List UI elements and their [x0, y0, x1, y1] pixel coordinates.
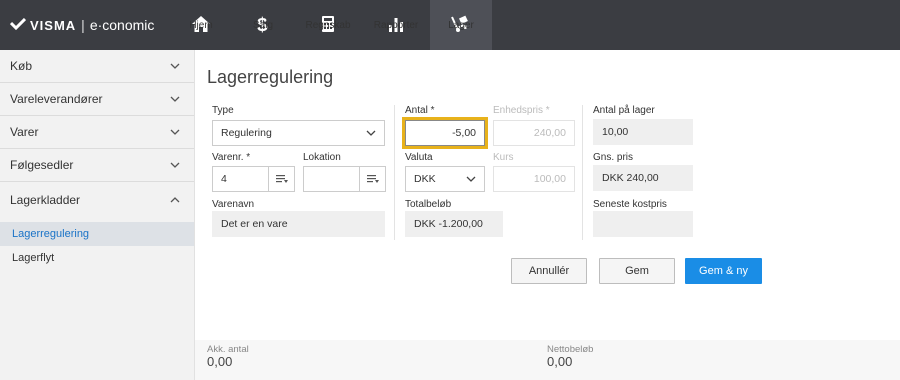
- sidebar-section-label: Vareleverandører: [10, 92, 103, 106]
- sidebar-section-label: Køb: [10, 59, 33, 73]
- main-content: Lagerregulering Type Regulering Varenr. …: [195, 50, 900, 380]
- sidebar-section-lagerkladder[interactable]: Lagerkladder: [0, 182, 194, 217]
- sidebar-section-label: Lagerkladder: [10, 192, 81, 207]
- nettobeloeb-value: 0,00: [547, 354, 573, 369]
- lokation-label: Lokation: [303, 152, 341, 163]
- totalbeloeb-value: DKK -1.200,00: [414, 218, 483, 230]
- enhedspris-value: 240,00: [533, 127, 566, 139]
- varenr-lookup-button[interactable]: [268, 167, 294, 191]
- nav-label: Lager: [448, 19, 474, 31]
- antal-paa-lager-field: 10,00: [593, 119, 693, 145]
- column-divider: [582, 105, 583, 240]
- nav-item-lager[interactable]: Lager: [430, 0, 492, 50]
- sidebar-section-vareleverandoerer[interactable]: Vareleverandører: [0, 83, 194, 116]
- lokation-lookup-button[interactable]: [359, 167, 385, 191]
- antal-label: Antal *: [405, 105, 435, 116]
- list-lookup-icon: [366, 175, 379, 183]
- nav-item-hjem[interactable]: Hjem: [170, 0, 232, 50]
- totalbeloeb-field: DKK -1.200,00: [405, 211, 503, 237]
- cancel-button[interactable]: Annullér: [511, 258, 587, 284]
- product-name: e·conomic: [89, 17, 155, 33]
- kurs-value: 100,00: [533, 173, 566, 185]
- visma-checkmark-icon: [9, 17, 27, 33]
- totals-footer: Akk. antal 0,00 Nettobeløb 0,00: [195, 340, 900, 380]
- column-divider: [394, 105, 395, 240]
- nav-item-regnskab[interactable]: Regnskab: [294, 0, 362, 50]
- chevron-down-icon: [366, 130, 376, 136]
- antal-input[interactable]: -5,00: [405, 120, 485, 146]
- page-title: Lagerregulering: [207, 67, 334, 87]
- type-select[interactable]: Regulering: [212, 120, 385, 146]
- valuta-label: Valuta: [405, 152, 433, 163]
- varenr-field[interactable]: 4: [212, 166, 295, 192]
- kurs-label: Kurs: [493, 152, 514, 163]
- save-and-new-button[interactable]: Gem & ny: [685, 258, 762, 284]
- sidebar-section-label: Følgesedler: [10, 158, 74, 172]
- type-label: Type: [212, 105, 234, 116]
- akk-antal-value: 0,00: [207, 354, 233, 369]
- sidebar-item-lagerflyt[interactable]: Lagerflyt: [0, 246, 194, 270]
- antal-paa-lager-value: 10,00: [602, 126, 629, 138]
- nav-label: Regnskab: [305, 19, 351, 31]
- varenavn-field: Det er en vare: [212, 211, 385, 237]
- save-button[interactable]: Gem: [599, 258, 675, 284]
- sidebar-section-label: Varer: [10, 125, 39, 139]
- chevron-down-icon: [170, 63, 180, 69]
- sidebar: Køb Vareleverandører Varer Følgesedler L…: [0, 50, 195, 380]
- nav-item-rapporter[interactable]: Rapporter: [362, 0, 430, 50]
- seneste-kostpris-field: [593, 211, 693, 237]
- valuta-value: DKK: [414, 173, 436, 185]
- sidebar-section-koeb[interactable]: Køb: [0, 50, 194, 83]
- list-lookup-icon: [275, 175, 288, 183]
- sidebar-section-varer[interactable]: Varer: [0, 116, 194, 149]
- chevron-up-icon: [170, 196, 180, 202]
- gns-pris-value: DKK 240,00: [602, 172, 659, 184]
- nav-label: Salg: [252, 19, 273, 31]
- enhedspris-input[interactable]: 240,00: [493, 120, 575, 146]
- gns-pris-label: Gns. pris: [593, 152, 634, 163]
- nav-label: Hjem: [189, 19, 213, 31]
- lokation-field[interactable]: [303, 166, 386, 192]
- varenr-label: Varenr. *: [212, 152, 251, 163]
- varenavn-value: Det er en vare: [221, 218, 288, 230]
- type-value: Regulering: [221, 127, 272, 139]
- antal-paa-lager-label: Antal på lager: [593, 105, 655, 116]
- sidebar-section-foelgesedler[interactable]: Følgesedler: [0, 149, 194, 182]
- valuta-select[interactable]: DKK: [405, 166, 485, 192]
- chevron-down-icon: [466, 176, 476, 182]
- varenr-value: 4: [221, 173, 227, 185]
- seneste-kostpris-label: Seneste kostpris: [593, 199, 667, 210]
- brand-name: VISMA: [30, 17, 77, 33]
- nav-item-salg[interactable]: $ Salg: [232, 0, 294, 50]
- antal-value: -5,00: [452, 127, 476, 139]
- logo-separator: |: [81, 17, 85, 33]
- chevron-down-icon: [170, 96, 180, 102]
- enhedspris-label: Enhedspris *: [493, 105, 550, 116]
- chevron-down-icon: [170, 162, 180, 168]
- varenavn-label: Varenavn: [212, 199, 255, 210]
- totalbeloeb-label: Totalbeløb: [405, 199, 452, 210]
- kurs-input[interactable]: 100,00: [493, 166, 575, 192]
- gns-pris-field: DKK 240,00: [593, 165, 693, 191]
- main-nav: Hjem $ Salg Regnskab Rapporter Lager: [170, 0, 492, 50]
- top-navigation-bar: VISMA | e·conomic Hjem $ Salg Regnskab R…: [0, 0, 900, 50]
- visma-economic-logo[interactable]: VISMA | e·conomic: [9, 0, 155, 50]
- sidebar-item-lagerregulering[interactable]: Lagerregulering: [0, 222, 194, 246]
- nav-label: Rapporter: [373, 19, 419, 31]
- chevron-down-icon: [170, 129, 180, 135]
